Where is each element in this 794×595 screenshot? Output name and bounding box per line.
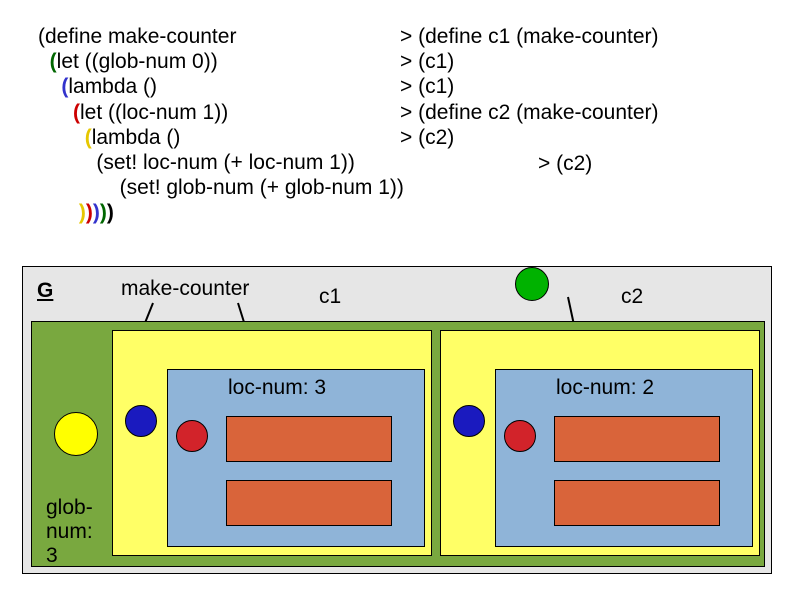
closure-frame-c1: loc-num: 3	[112, 330, 432, 556]
closure-frame-c2: loc-num: 2	[440, 330, 760, 556]
repl-line: > (c1)	[400, 49, 659, 74]
closure-dot-red	[504, 420, 536, 452]
repl-line: > (c2)	[400, 125, 659, 150]
c1-binding: c1	[319, 285, 341, 309]
code-line: (lambda ()	[38, 74, 404, 99]
loc-num-binding-c2: loc-num: 2	[556, 376, 654, 400]
code-line: (let ((glob-num 0))	[38, 49, 404, 74]
code-line: (let ((loc-num 1))	[38, 100, 404, 125]
closure-dot-yellow	[54, 412, 98, 456]
lambda-body-box	[554, 480, 720, 526]
repl-transcript: > (define c1 (make-counter) > (c1) > (c1…	[400, 24, 659, 150]
c2-binding: c2	[621, 285, 643, 309]
closure-dot-blue	[125, 405, 157, 437]
code-line: (set! glob-num (+ glob-num 1))	[38, 175, 404, 200]
repl-line: > (define c1 (make-counter)	[400, 24, 659, 49]
lambda-body-box	[226, 416, 392, 462]
code-definition: (define make-counter (let ((glob-num 0))…	[38, 24, 404, 226]
code-line: (lambda ()	[38, 125, 404, 150]
code-line: (set! loc-num (+ loc-num 1))	[38, 150, 404, 175]
loc-num-binding-c1: loc-num: 3	[228, 376, 326, 400]
repl-line: > (c2)	[538, 151, 592, 176]
code-line: (define make-counter	[38, 24, 404, 49]
code-line: )))))	[38, 200, 404, 225]
lambda-body-box	[226, 480, 392, 526]
let-frame-green: glob-num: 3 loc-num: 3 loc-num: 2	[31, 321, 765, 567]
repl-line: > (define c2 (make-counter)	[400, 100, 659, 125]
closure-dot-red	[176, 420, 208, 452]
global-env-label: G	[37, 279, 53, 303]
global-env-box: G make-counter c1 c2 glob-num: 3 loc-num…	[22, 266, 772, 574]
closure-dot-green	[515, 267, 549, 301]
lambda-body-box	[554, 416, 720, 462]
inner-let-frame-c2: loc-num: 2	[495, 369, 753, 547]
inner-let-frame-c1: loc-num: 3	[167, 369, 425, 547]
closure-dot-blue	[453, 405, 485, 437]
make-counter-binding: make-counter	[121, 277, 249, 301]
glob-num-binding: glob-num: 3	[46, 496, 106, 568]
repl-line: > (c1)	[400, 74, 659, 99]
